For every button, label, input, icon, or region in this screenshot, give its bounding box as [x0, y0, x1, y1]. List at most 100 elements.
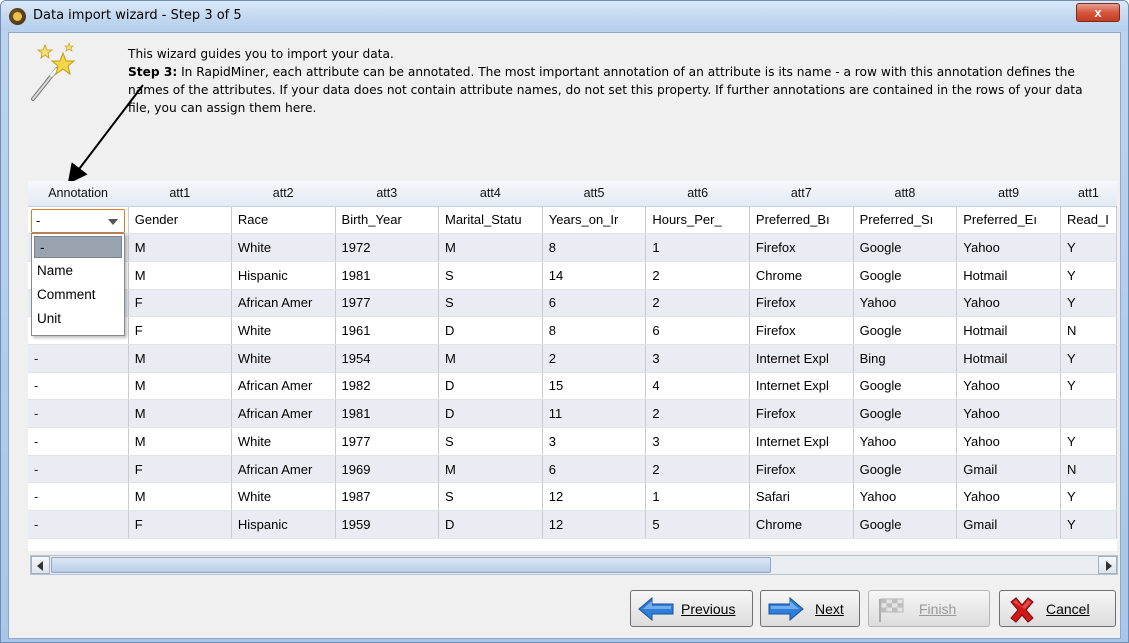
table-cell[interactable]: White	[231, 233, 336, 262]
table-cell[interactable]: Gender	[128, 206, 232, 235]
table-cell[interactable]: African Amer	[231, 399, 336, 428]
table-row[interactable]: - M White 1954 M 2 3 Internet Expl Bing Hotmail Y	[28, 344, 1117, 373]
table-cell[interactable]: 2	[645, 455, 750, 484]
table-cell[interactable]: Preferred_Bı	[749, 206, 854, 235]
table-cell[interactable]: White	[231, 482, 336, 512]
table-cell[interactable]: 3	[645, 344, 750, 373]
table-cell[interactable]: D	[438, 316, 543, 345]
table-cell[interactable]: Y	[1060, 482, 1117, 512]
table-cell[interactable]: M	[128, 399, 232, 428]
table-cell[interactable]: Preferred_Sı	[853, 206, 958, 235]
table-cell[interactable]: Firefox	[749, 289, 854, 318]
table-cell[interactable]: Y	[1060, 510, 1117, 539]
table-cell[interactable]: Yahoo	[956, 482, 1061, 512]
table-cell[interactable]: F	[128, 455, 232, 484]
table-cell[interactable]: 15	[542, 372, 647, 401]
table-cell[interactable]: S	[438, 261, 543, 290]
table-cell[interactable]: Yahoo	[956, 399, 1061, 428]
table-cell[interactable]: Firefox	[749, 316, 854, 345]
table-cell[interactable]: Yahoo	[956, 427, 1061, 456]
cancel-button[interactable]: Cancel	[999, 590, 1116, 627]
table-cell[interactable]: N	[1060, 455, 1117, 484]
table-cell[interactable]: D	[438, 372, 543, 401]
table-cell[interactable]: 1982	[335, 372, 439, 401]
annotation-cell[interactable]: -	[28, 510, 129, 539]
table-cell[interactable]: S	[438, 289, 543, 318]
annotation-option[interactable]: Name	[32, 260, 124, 284]
table-cell[interactable]: Yahoo	[956, 372, 1061, 401]
table-cell[interactable]: Chrome	[749, 510, 854, 539]
table-cell[interactable]: Yahoo	[853, 482, 958, 512]
column-header[interactable]: att6	[645, 181, 750, 207]
table-cell[interactable]: White	[231, 316, 336, 345]
table-cell[interactable]: 1	[645, 233, 750, 262]
previous-button[interactable]: Previous	[630, 590, 753, 627]
table-row[interactable]: - M African Amer 1981 D 11 2 Firefox Google Yahoo	[28, 399, 1117, 428]
table-cell[interactable]: M	[438, 233, 543, 262]
table-cell[interactable]: Yahoo	[853, 289, 958, 318]
table-cell[interactable]: 2	[645, 399, 750, 428]
table-cell[interactable]: Internet Expl	[749, 372, 854, 401]
table-cell[interactable]: Google	[853, 261, 958, 290]
scroll-left-button[interactable]	[31, 556, 50, 574]
table-cell[interactable]: 1969	[335, 455, 439, 484]
table-cell[interactable]: Google	[853, 233, 958, 262]
annotation-option[interactable]: -	[34, 236, 122, 258]
table-cell[interactable]: Hours_Per_	[645, 206, 750, 235]
table-cell[interactable]: Bing	[853, 344, 958, 373]
column-header[interactable]: att4	[438, 181, 543, 207]
table-cell[interactable]: M	[438, 344, 543, 373]
table-cell[interactable]: Safari	[749, 482, 854, 512]
table-cell[interactable]: M	[128, 233, 232, 262]
column-header[interactable]: att8	[853, 181, 957, 207]
table-row[interactable]: - F African Amer 1969 M 6 2 Firefox Google Gmail N	[28, 455, 1117, 484]
table-row[interactable]: - M White 1977 S 3 3 Internet Expl Yahoo Yahoo Y	[28, 427, 1117, 456]
table-cell[interactable]: 1981	[335, 261, 439, 290]
table-cell[interactable]: Chrome	[749, 261, 854, 290]
table-cell[interactable]: Hispanic	[231, 261, 336, 290]
annotation-cell[interactable]: -	[28, 399, 129, 428]
column-header[interactable]: att5	[542, 181, 646, 207]
table-cell[interactable]: Google	[853, 510, 958, 539]
table-row[interactable]: - M White 1987 S 12 1 Safari Yahoo Yahoo Y	[28, 482, 1117, 512]
table-cell[interactable]: 14	[542, 261, 647, 290]
table-cell[interactable]: 6	[542, 455, 647, 484]
table-cell[interactable]: 3	[542, 427, 647, 456]
table-cell[interactable]: 2	[542, 344, 647, 373]
table-cell[interactable]: African Amer	[231, 455, 336, 484]
table-cell[interactable]: 6	[645, 316, 750, 345]
table-cell[interactable]: 1977	[335, 427, 439, 456]
column-header[interactable]: att1	[128, 181, 232, 207]
table-cell[interactable]: 1	[645, 482, 750, 512]
table-cell[interactable]: 1981	[335, 399, 439, 428]
close-button[interactable]: x	[1076, 3, 1120, 22]
table-cell[interactable]: 4	[645, 372, 750, 401]
horizontal-scrollbar[interactable]	[30, 555, 1118, 575]
table-cell[interactable]: 1987	[335, 482, 439, 512]
next-button[interactable]: Next	[760, 590, 860, 627]
table-row[interactable]: - F Hispanic 1959 D 12 5 Chrome Google Gmail Y	[28, 510, 1117, 539]
table-cell[interactable]: Hotmail	[956, 344, 1061, 373]
table-cell[interactable]: S	[438, 482, 543, 512]
scroll-right-button[interactable]	[1098, 556, 1117, 574]
table-cell[interactable]: Y	[1060, 289, 1117, 318]
table-row[interactable]: -MHispanic1981S142ChromeGoogleHotmailY	[28, 261, 1117, 290]
table-cell[interactable]: 1972	[335, 233, 439, 262]
column-header[interactable]: att2	[231, 181, 336, 207]
table-cell[interactable]: Years_on_Ir	[542, 206, 647, 235]
table-cell[interactable]: 8	[542, 233, 647, 262]
table-cell[interactable]: Yahoo	[956, 289, 1061, 318]
table-row[interactable]: - M African Amer 1982 D 15 4 Internet Expl Googl…	[28, 372, 1117, 401]
annotation-cell[interactable]: -	[28, 344, 129, 373]
table-cell[interactable]: N	[1060, 316, 1117, 345]
table-cell[interactable]: African Amer	[231, 372, 336, 401]
table-cell[interactable]: 11	[542, 399, 647, 428]
table-cell[interactable]: M	[128, 427, 232, 456]
table-cell[interactable]: Google	[853, 316, 958, 345]
table-cell[interactable]: D	[438, 399, 543, 428]
annotation-column-header[interactable]: Annotation	[28, 181, 129, 207]
table-cell[interactable]: 8	[542, 316, 647, 345]
table-cell[interactable]: D	[438, 510, 543, 539]
table-cell[interactable]: 1959	[335, 510, 439, 539]
table-cell[interactable]	[1060, 399, 1117, 428]
